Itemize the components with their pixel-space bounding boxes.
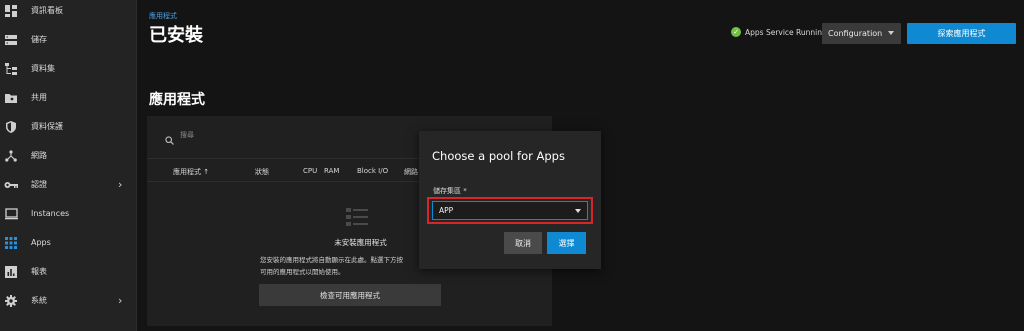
status-text: Apps Service Running bbox=[745, 27, 827, 37]
sidebar-item-dashboard[interactable]: 資訊看板 bbox=[0, 0, 137, 25]
sidebar-item-system[interactable]: 系統 › bbox=[0, 286, 137, 315]
gear-icon bbox=[4, 294, 18, 308]
breadcrumb[interactable]: 應用程式 bbox=[149, 11, 177, 21]
choose-pool-dialog: Choose a pool for Apps 儲存集區 * APP 取消 選擇 bbox=[419, 131, 601, 269]
column-header-cpu[interactable]: CPU bbox=[303, 167, 317, 175]
reports-icon bbox=[4, 265, 18, 279]
sidebar-item-label: 資訊看板 bbox=[31, 6, 63, 15]
column-header-status[interactable]: 狀態 bbox=[255, 167, 269, 177]
sidebar-item-label: 資料保護 bbox=[31, 122, 63, 131]
sidebar-item-label: Instances bbox=[31, 209, 70, 218]
caret-down-icon bbox=[888, 31, 894, 35]
sidebar-item-apps[interactable]: Apps bbox=[0, 228, 137, 257]
monitor-icon bbox=[4, 207, 18, 221]
sidebar-item-label: 網路 bbox=[31, 151, 47, 160]
sidebar-item-credentials[interactable]: 認證 › bbox=[0, 170, 137, 199]
datasets-icon bbox=[4, 62, 18, 76]
key-icon bbox=[4, 178, 18, 192]
dialog-title: Choose a pool for Apps bbox=[432, 149, 565, 163]
sidebar: 資訊看板 儲存 資料集 共用 資料保護 網路 認證 › Instances Ap… bbox=[0, 0, 137, 331]
pool-field-label: 儲存集區 * bbox=[433, 187, 467, 195]
column-header-app[interactable]: 應用程式 ↑ bbox=[173, 167, 209, 177]
sidebar-item-label: 系統 bbox=[31, 296, 47, 305]
storage-icon bbox=[4, 33, 18, 47]
search-placeholder: 搜尋 bbox=[180, 131, 194, 139]
empty-desc-line-1: 您安裝的應用程式將自動顯示在此處。點選下方按 bbox=[260, 256, 403, 264]
sidebar-item-label: 報表 bbox=[31, 267, 47, 276]
network-icon bbox=[4, 149, 18, 163]
choose-button[interactable]: 選擇 bbox=[547, 232, 586, 254]
shares-icon bbox=[4, 91, 18, 105]
page-title: 已安裝 bbox=[149, 25, 203, 46]
sidebar-item-label: 資料集 bbox=[31, 64, 55, 73]
sidebar-item-label: 認證 bbox=[31, 180, 47, 189]
section-title: 應用程式 bbox=[149, 92, 205, 108]
cancel-button[interactable]: 取消 bbox=[504, 232, 542, 254]
sidebar-item-shares[interactable]: 共用 bbox=[0, 83, 137, 112]
sidebar-item-label: 儲存 bbox=[31, 35, 47, 44]
column-header-network[interactable]: 網路 bbox=[404, 167, 418, 177]
discover-apps-button[interactable]: 探索應用程式 bbox=[907, 23, 1016, 44]
check-available-apps-button[interactable]: 檢查可用應用程式 bbox=[259, 284, 441, 306]
empty-list-icon bbox=[346, 208, 368, 230]
sidebar-item-network[interactable]: 網路 bbox=[0, 141, 137, 170]
check-circle-icon: ✓ bbox=[731, 27, 741, 37]
pool-select[interactable]: APP bbox=[432, 201, 588, 220]
pool-select-value: APP bbox=[439, 206, 454, 215]
dashboard-icon bbox=[4, 4, 18, 18]
empty-desc-line-2: 可用的應用程式以開始使用。 bbox=[260, 268, 345, 276]
chevron-right-icon: › bbox=[118, 178, 123, 191]
sidebar-item-instances[interactable]: Instances bbox=[0, 199, 137, 228]
chevron-right-icon: › bbox=[118, 294, 123, 307]
sidebar-item-reports[interactable]: 報表 bbox=[0, 257, 137, 286]
app-root: 資訊看板 儲存 資料集 共用 資料保護 網路 認證 › Instances Ap… bbox=[0, 0, 1024, 331]
configuration-label: Configuration bbox=[828, 29, 883, 38]
shield-icon bbox=[4, 120, 18, 134]
sidebar-item-storage[interactable]: 儲存 bbox=[0, 25, 137, 54]
apps-service-status: ✓ Apps Service Running bbox=[731, 27, 827, 37]
apps-grid-icon bbox=[4, 236, 18, 250]
sidebar-item-datasets[interactable]: 資料集 bbox=[0, 54, 137, 83]
empty-state-description: 您安裝的應用程式將自動顯示在此處。點選下方按 可用的應用程式以開始使用。 bbox=[260, 254, 403, 278]
configuration-dropdown-button[interactable]: Configuration bbox=[822, 23, 901, 44]
sidebar-item-data-protection[interactable]: 資料保護 bbox=[0, 112, 137, 141]
sidebar-item-label: 共用 bbox=[31, 93, 47, 102]
column-header-block-io[interactable]: Block I/O bbox=[357, 167, 388, 175]
caret-down-icon bbox=[575, 209, 581, 213]
sidebar-item-label: Apps bbox=[31, 238, 51, 247]
search-icon bbox=[165, 130, 174, 149]
column-header-ram[interactable]: RAM bbox=[324, 167, 339, 175]
